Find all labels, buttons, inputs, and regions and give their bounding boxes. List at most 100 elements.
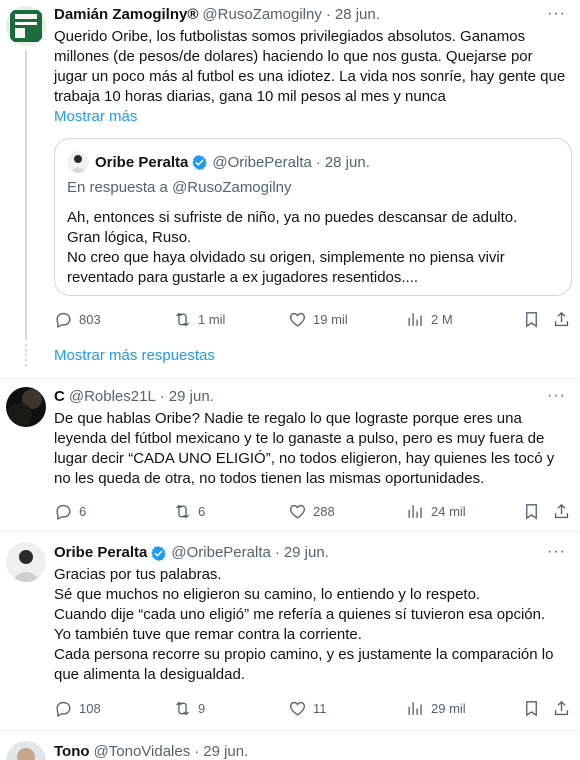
dotted-thread-line xyxy=(25,344,27,368)
bookmark-button[interactable] xyxy=(522,699,541,718)
author-name[interactable]: Oribe Peralta xyxy=(54,543,147,563)
tweet-2[interactable]: C @Robles21L · 29 jun. ··· De que hablas… xyxy=(0,379,580,529)
retweet-count: 6 xyxy=(198,503,206,519)
author-name[interactable]: Damián Zamogilny® xyxy=(54,5,198,25)
like-button[interactable]: 288 xyxy=(288,502,335,521)
quote-text-line: No creo que haya olvidado su origen, sim… xyxy=(67,249,505,286)
share-button[interactable] xyxy=(552,699,571,718)
share-button[interactable] xyxy=(552,310,571,329)
like-icon xyxy=(289,312,306,327)
separator-dot: · xyxy=(194,743,200,760)
thread-line xyxy=(25,50,27,340)
bookmark-icon xyxy=(526,700,537,717)
views-count: 29 mil xyxy=(431,700,466,716)
views-count: 2 M xyxy=(431,311,453,327)
like-icon xyxy=(289,701,306,716)
reply-count: 803 xyxy=(79,311,101,327)
show-more-link[interactable]: Mostrar más xyxy=(54,107,570,127)
like-count: 11 xyxy=(313,700,327,716)
tweet-text: De que hablas Oribe? Nadie te regalo lo … xyxy=(54,410,555,487)
separator-dot: · xyxy=(325,6,331,23)
quote-author-name: Oribe Peralta xyxy=(95,153,189,171)
separator-dot: · xyxy=(159,388,165,405)
tweet-date[interactable]: 29 jun. xyxy=(169,387,214,407)
reply-icon xyxy=(56,312,71,328)
tweet-text: Querido Oribe, los futbolistas somos pri… xyxy=(54,28,566,105)
retweet-button[interactable]: 9 xyxy=(173,699,205,718)
tweet-1[interactable]: Damián Zamogilny® @RusoZamogilny · 28 ju… xyxy=(0,0,580,345)
quote-author-handle: @OribePeralta xyxy=(212,153,312,171)
views-count: 24 mil xyxy=(431,503,466,519)
views-button[interactable]: 29 mil xyxy=(406,699,466,718)
share-button[interactable] xyxy=(552,502,571,521)
reply-button[interactable]: 108 xyxy=(54,699,101,718)
bookmark-button[interactable] xyxy=(522,310,541,329)
tweet-4[interactable]: Tono @TonoVidales · 29 jun. xyxy=(0,731,580,760)
author-name[interactable]: C xyxy=(54,387,65,407)
tweet-date[interactable]: 29 jun. xyxy=(284,543,329,563)
reply-button[interactable]: 803 xyxy=(54,310,101,329)
author-name[interactable]: Tono xyxy=(54,742,90,760)
share-icon xyxy=(554,700,569,715)
tweet-date[interactable]: 29 jun. xyxy=(203,742,248,760)
views-icon xyxy=(408,701,422,715)
retweet-icon xyxy=(176,504,189,518)
like-button[interactable]: 11 xyxy=(288,699,327,718)
quote-avatar xyxy=(67,151,89,173)
author-handle[interactable]: @RusoZamogilny xyxy=(202,5,321,25)
views-button[interactable]: 2 M xyxy=(406,310,453,329)
reply-button[interactable]: 6 xyxy=(54,502,86,521)
tweet-actions: 108 9 11 29 mil xyxy=(54,698,572,718)
quote-date: 28 jun. xyxy=(324,153,370,171)
show-more-replies[interactable]: Mostrar más respuestas xyxy=(54,347,215,364)
tweet-text-line: Sé que muchos no eligieron su camino, lo… xyxy=(54,586,481,603)
tweet-text-line: Cada persona recorre su propio camino, y… xyxy=(54,646,554,683)
retweet-icon xyxy=(176,312,189,326)
like-button[interactable]: 19 mil xyxy=(288,310,348,329)
retweet-button[interactable]: 1 mil xyxy=(173,310,225,329)
tweet-3[interactable]: Oribe Peralta @OribePeralta · 29 jun. ··… xyxy=(0,532,580,727)
tweet-text-line: Yo también tuve que remar contra la corr… xyxy=(54,626,362,643)
retweet-count: 1 mil xyxy=(198,311,226,327)
bookmark-icon xyxy=(526,311,537,328)
author-handle[interactable]: @Robles21L xyxy=(69,387,156,407)
tweet-text-line: Gracias por tus palabras. xyxy=(54,566,222,583)
retweet-icon xyxy=(176,701,189,715)
reply-context: En respuesta a @RusoZamogilny xyxy=(67,179,292,196)
retweet-count: 9 xyxy=(198,700,206,716)
avatar[interactable] xyxy=(6,387,46,427)
avatar[interactable] xyxy=(6,542,46,582)
views-button[interactable]: 24 mil xyxy=(406,502,466,521)
bookmark-button[interactable] xyxy=(522,502,541,521)
reply-count: 108 xyxy=(79,700,101,716)
reply-icon xyxy=(56,504,71,520)
avatar[interactable] xyxy=(6,741,46,760)
bookmark-icon xyxy=(526,503,537,520)
more-icon[interactable]: ··· xyxy=(547,387,566,405)
retweet-button[interactable]: 6 xyxy=(173,502,205,521)
separator-dot: · xyxy=(274,544,280,561)
author-handle[interactable]: @OribePeralta xyxy=(171,543,270,563)
share-icon xyxy=(554,311,569,326)
share-icon xyxy=(554,503,569,518)
tweet-actions: 6 6 288 24 mil xyxy=(54,501,572,521)
views-icon xyxy=(408,312,422,326)
more-icon[interactable]: ··· xyxy=(547,543,566,561)
quote-text-line: Gran lógica, Ruso. xyxy=(67,229,192,246)
views-icon xyxy=(408,504,422,518)
more-icon[interactable]: ··· xyxy=(547,5,566,23)
verified-icon xyxy=(192,154,208,170)
reply-icon xyxy=(56,701,71,717)
author-handle[interactable]: @TonoVidales xyxy=(94,742,191,760)
verified-icon xyxy=(151,545,167,561)
separator-dot: · xyxy=(315,153,321,171)
quoted-tweet[interactable]: Oribe Peralta @OribePeralta · 28 jun. En… xyxy=(54,138,572,296)
reply-count: 6 xyxy=(79,503,87,519)
avatar[interactable] xyxy=(6,6,46,46)
like-count: 19 mil xyxy=(313,311,348,327)
tweet-actions: 803 1 mil 19 mil 2 M xyxy=(54,309,572,329)
like-icon xyxy=(289,504,306,519)
tweet-date[interactable]: 28 jun. xyxy=(335,5,380,25)
quote-text-line: Ah, entonces si sufriste de niño, ya no … xyxy=(67,209,518,226)
like-count: 288 xyxy=(313,503,335,519)
